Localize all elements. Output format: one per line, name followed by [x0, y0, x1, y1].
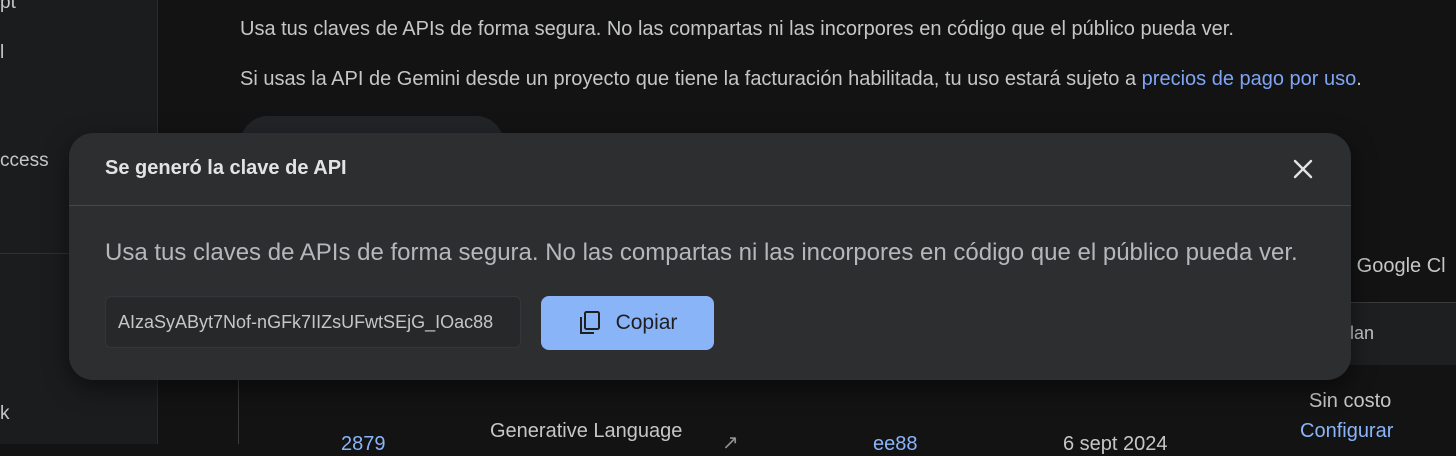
copy-button-label: Copiar: [615, 311, 678, 334]
api-key-field[interactable]: AIzaSyAByt7Nof-nGFk7IIZsUFwtSEjG_IOac88: [105, 296, 521, 348]
billing-end: .: [1356, 68, 1362, 90]
pricing-link[interactable]: precios de pago por uso: [1142, 68, 1357, 90]
plan-label: Sin costo: [1309, 390, 1392, 412]
project-number-link[interactable]: 2879: [341, 433, 386, 456]
configure-link[interactable]: Configurar: [1300, 420, 1393, 443]
close-button[interactable]: [1287, 153, 1319, 185]
sidebar-item-fragment[interactable]: pt: [0, 0, 16, 14]
column-header-plan: lan: [1350, 323, 1375, 343]
api-key-dialog: Se generó la clave de API Usa tus claves…: [69, 133, 1351, 380]
billing-paragraph: Si usas la API de Gemini desde un proyec…: [240, 68, 1362, 91]
google-cloud-fragment: n Google Cl: [1340, 255, 1446, 277]
key-id-link[interactable]: ee88: [873, 433, 918, 456]
copy-icon: [579, 311, 600, 334]
billing-text: Si usas la API de Gemini desde un proyec…: [240, 68, 1142, 90]
sidebar-item-fragment[interactable]: l: [0, 42, 4, 64]
sidebar-item-fragment[interactable]: ccess: [0, 150, 49, 172]
close-icon: [1293, 159, 1313, 179]
copy-button[interactable]: Copiar: [541, 296, 714, 350]
intro-paragraph: Usa tus claves de APIs de forma segura. …: [240, 18, 1234, 40]
dialog-divider: [69, 205, 1351, 206]
sidebar-item-fragment[interactable]: k: [0, 403, 10, 425]
external-link-icon[interactable]: ↗: [722, 430, 739, 455]
created-date: 6 sept 2024: [1063, 433, 1168, 455]
project-name: Generative Language: [490, 420, 683, 442]
dialog-title: Se generó la clave de API: [105, 157, 347, 179]
dialog-message: Usa tus claves de APIs de forma segura. …: [105, 239, 1298, 266]
